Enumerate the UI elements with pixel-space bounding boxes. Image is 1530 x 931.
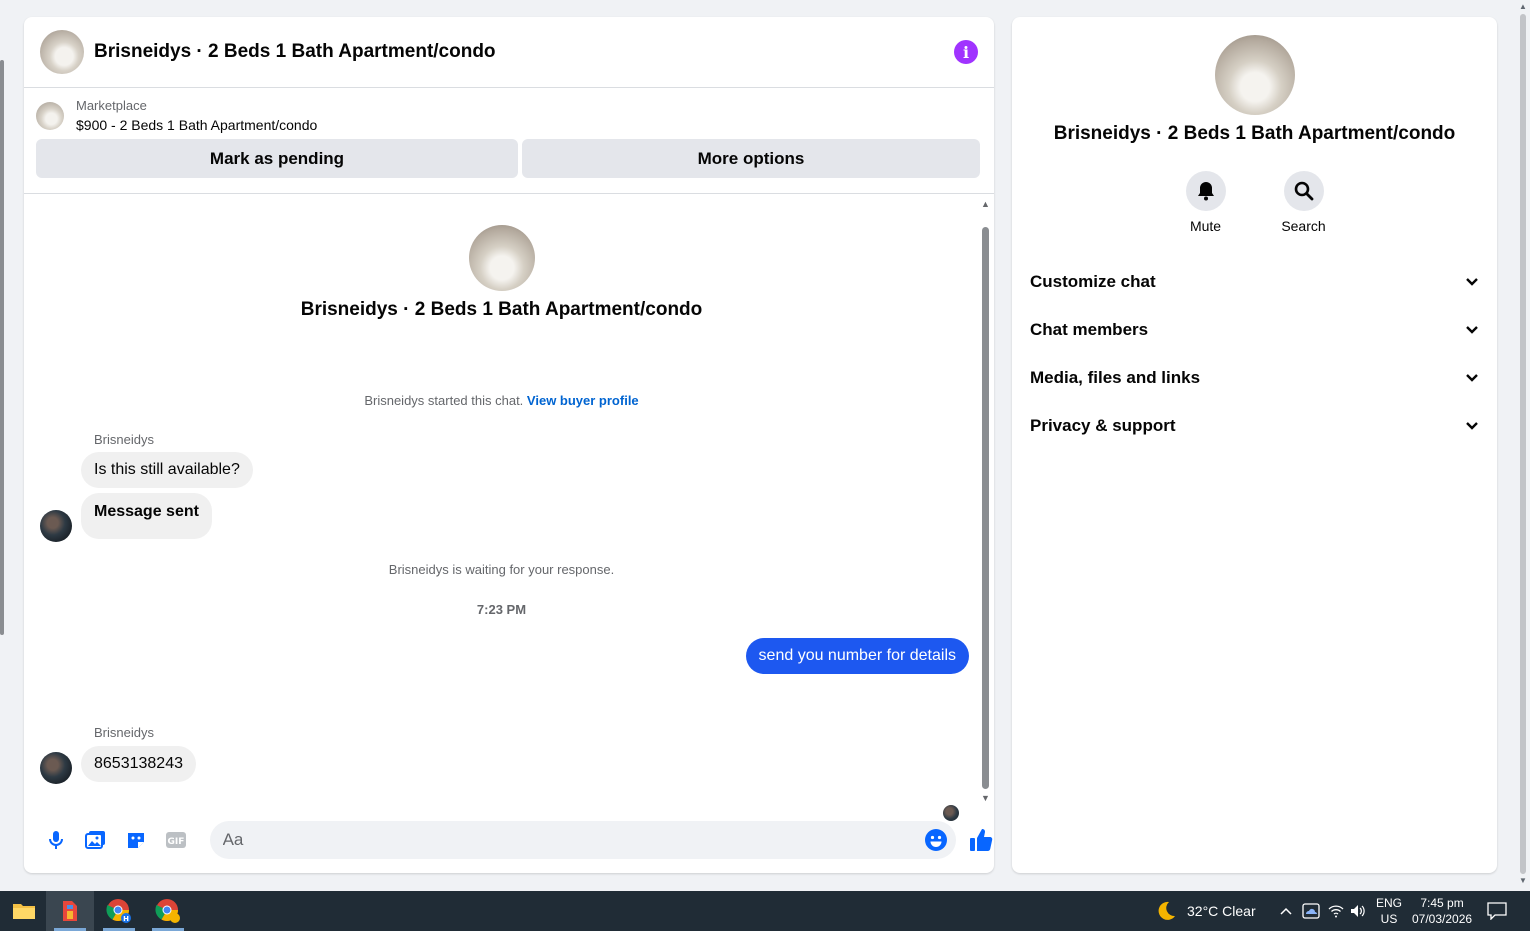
scroll-up-arrow-icon[interactable]: ▲: [981, 199, 990, 209]
waiting-notice: Brisneidys is waiting for your response.: [388, 562, 615, 577]
mark-as-pending-button[interactable]: Mark as pending: [36, 139, 518, 178]
svg-text:GIF: GIF: [167, 837, 184, 847]
search-icon[interactable]: [1283, 171, 1324, 211]
scroll-down-arrow-icon[interactable]: ▼: [981, 793, 990, 803]
page-scrollbar-thumb[interactable]: [1520, 14, 1526, 874]
page-scrollbar[interactable]: ▲ ▼: [1516, 0, 1530, 890]
clock[interactable]: 7:45 pm 07/03/2026: [1412, 891, 1472, 931]
chat-started-text: Brisneidys started this chat.: [364, 393, 524, 408]
notifications-icon[interactable]: [1487, 891, 1507, 931]
svg-text:H: H: [123, 915, 129, 923]
intro-title: Brisneidys · 2 Beds 1 Bath Apartment/con…: [300, 299, 703, 320]
section-label: Chat members: [1030, 320, 1149, 339]
chevron-down-icon: [1466, 278, 1478, 286]
listing-title[interactable]: $900 - 2 Beds 1 Bath Apartment/condo: [76, 117, 317, 133]
message-input-container[interactable]: [209, 821, 957, 859]
intro-avatar: [468, 225, 535, 291]
search-button[interactable]: Search: [1274, 171, 1334, 234]
show-hidden-icons-chevron-icon[interactable]: [1280, 891, 1292, 931]
onedrive-icon[interactable]: [1302, 891, 1320, 931]
language-indicator[interactable]: ENG US: [1376, 891, 1402, 931]
message-timestamp: 7:23 PM: [476, 602, 527, 617]
listing-thumbnail[interactable]: [36, 101, 64, 130]
message-input[interactable]: [222, 830, 903, 850]
bell-icon[interactable]: [1185, 171, 1226, 211]
emoji-icon[interactable]: [924, 828, 948, 852]
taskbar: H 32°C Clear ENG US 7:45 pm 07/03/2026: [0, 891, 1530, 931]
message-bubble-incoming[interactable]: Message sent: [81, 493, 212, 539]
wifi-icon[interactable]: [1328, 891, 1344, 931]
scroll-up-arrow-icon[interactable]: ▲: [1519, 2, 1527, 11]
chevron-down-icon: [1466, 374, 1478, 382]
chevron-down-icon: [1466, 326, 1478, 334]
chevron-down-icon: [1466, 422, 1478, 430]
listing-kicker: Marketplace: [76, 98, 147, 113]
message-bubble-outgoing[interactable]: send you number for details: [745, 638, 969, 674]
message-scrollbar-thumb[interactable]: [982, 227, 989, 789]
sender-avatar[interactable]: [40, 752, 72, 784]
photo-icon[interactable]: [84, 828, 108, 852]
conversation-intro: Brisneidys · 2 Beds 1 Bath Apartment/con…: [24, 225, 979, 321]
weather-widget[interactable]: 32°C Clear: [1155, 891, 1256, 931]
message-bubble-incoming[interactable]: Is this still available?: [81, 452, 253, 488]
keyboard-region: US: [1380, 912, 1398, 926]
gif-icon[interactable]: GIF: [164, 828, 188, 852]
section-customize-chat[interactable]: Customize chat: [1030, 258, 1479, 306]
message-bubble-incoming[interactable]: 8653138243: [81, 746, 196, 782]
more-options-button[interactable]: More options: [522, 139, 980, 178]
section-label: Customize chat: [1030, 272, 1156, 291]
info-title: Brisneidys · 2 Beds 1 Bath Apartment/con…: [1053, 123, 1456, 144]
thumbs-up-icon[interactable]: [968, 827, 994, 853]
app-pinned-icon[interactable]: [46, 891, 94, 931]
conversation-avatar[interactable]: [40, 30, 84, 74]
left-scrollbar-thumb[interactable]: [0, 60, 4, 635]
left-scrollbar[interactable]: [0, 60, 6, 640]
chat-header: Brisneidys · 2 Beds 1 Bath Apartment/con…: [24, 17, 994, 88]
file-explorer-icon[interactable]: [0, 891, 48, 931]
info-sections: Customize chat Chat members Media, files…: [1012, 258, 1497, 450]
chrome-profile-icon[interactable]: [144, 891, 192, 931]
sticker-icon[interactable]: [124, 828, 148, 852]
sender-name: Brisneidys: [94, 432, 154, 447]
message-list[interactable]: ▲ ▼ Brisneidys · 2 Beds 1 Bath Apartment…: [24, 195, 994, 821]
weather-text: 32°C Clear: [1187, 903, 1256, 919]
marketplace-listing-card: Marketplace $900 - 2 Beds 1 Bath Apartme…: [24, 88, 994, 194]
sender-avatar[interactable]: [40, 510, 72, 542]
conversation-title[interactable]: Brisneidys · 2 Beds 1 Bath Apartment/con…: [94, 41, 954, 63]
section-label: Privacy & support: [1030, 416, 1176, 435]
message-composer: GIF: [24, 817, 994, 863]
conversation-info-panel: Brisneidys · 2 Beds 1 Bath Apartment/con…: [1012, 17, 1497, 873]
language-code: ENG: [1376, 896, 1403, 910]
chat-panel: Brisneidys · 2 Beds 1 Bath Apartment/con…: [24, 17, 994, 873]
sender-name: Brisneidys: [94, 725, 154, 740]
mute-button[interactable]: Mute: [1176, 171, 1236, 234]
search-label: Search: [1281, 218, 1326, 234]
microphone-icon[interactable]: [44, 828, 68, 852]
message-scrollbar[interactable]: ▲ ▼: [980, 199, 990, 803]
clock-time: 7:45 pm: [1420, 896, 1464, 910]
section-privacy-support[interactable]: Privacy & support: [1030, 402, 1479, 450]
section-label: Media, files and links: [1030, 368, 1201, 387]
section-media-files-links[interactable]: Media, files and links: [1030, 354, 1479, 402]
chrome-profile-h-icon[interactable]: H: [95, 891, 143, 931]
mute-label: Mute: [1189, 218, 1222, 234]
moon-icon: [1158, 901, 1175, 920]
scroll-down-arrow-icon[interactable]: ▼: [1519, 876, 1527, 885]
info-avatar[interactable]: [1214, 35, 1295, 115]
volume-icon[interactable]: [1350, 891, 1366, 931]
chat-started-notice: Brisneidys started this chat. View buyer…: [24, 393, 979, 408]
clock-date: 07/03/2026: [1412, 912, 1473, 926]
info-icon[interactable]: i: [954, 40, 978, 64]
view-buyer-profile-link[interactable]: View buyer profile: [527, 393, 639, 408]
section-chat-members[interactable]: Chat members: [1030, 306, 1479, 354]
